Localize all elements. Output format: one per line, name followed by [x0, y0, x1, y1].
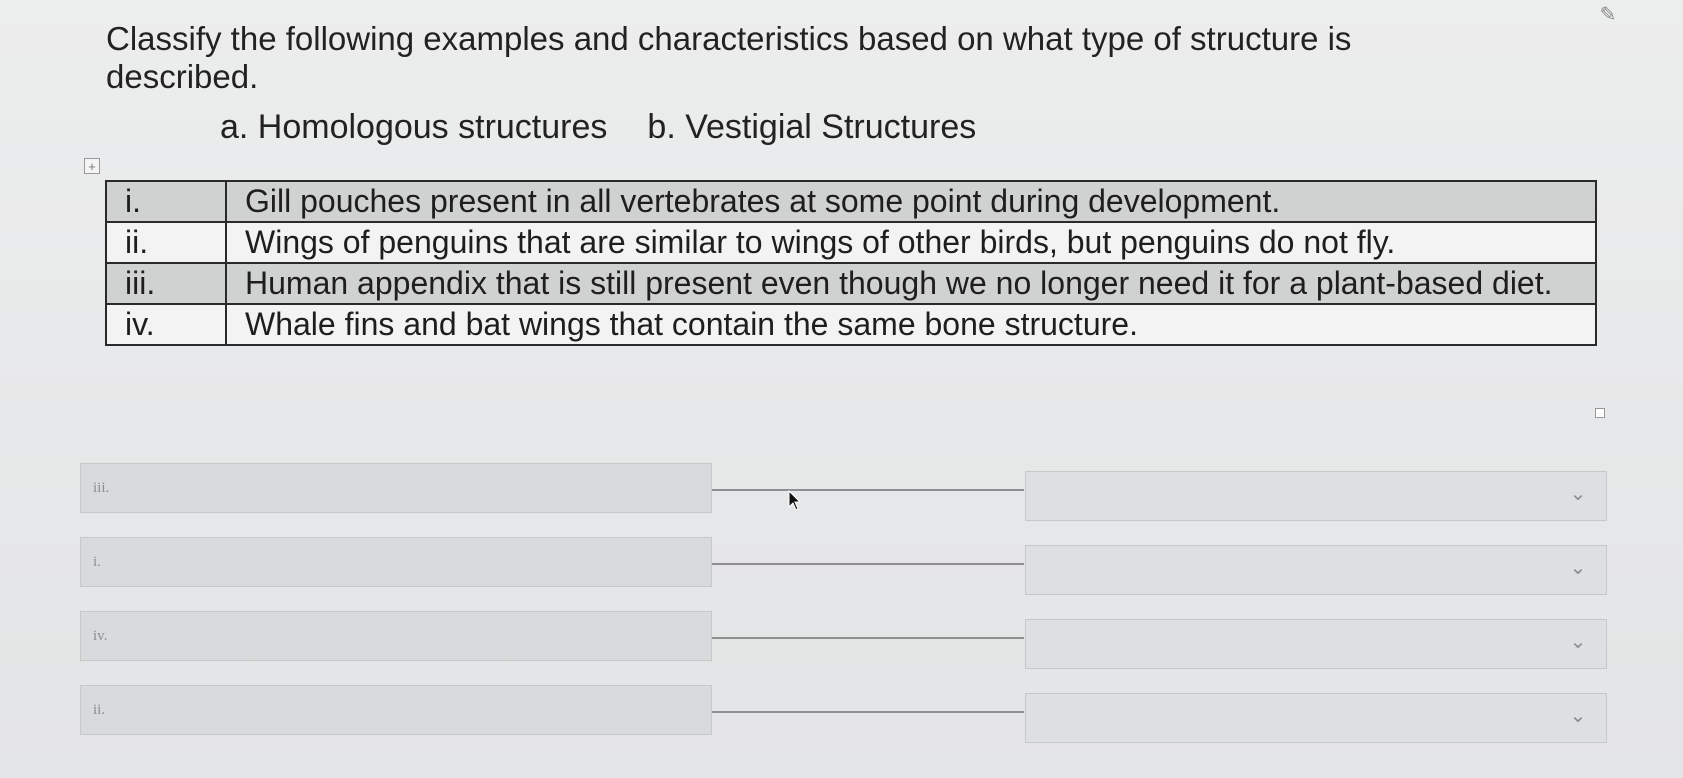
- chevron-down-icon[interactable]: ⌄: [1568, 632, 1588, 652]
- table-row: iii. Human appendix that is still presen…: [105, 262, 1597, 305]
- matching-row-3: iv. ⌄: [80, 611, 1610, 669]
- match-connector-line: [712, 563, 1024, 565]
- matching-row-4: ii. ⌄: [80, 685, 1610, 743]
- table-resize-handle[interactable]: [1595, 408, 1605, 418]
- match-connector-line: [712, 637, 1024, 639]
- answer-dropdown[interactable]: ⌄: [1025, 545, 1607, 595]
- table-row: iv. Whale fins and bat wings that contai…: [105, 303, 1597, 346]
- mouse-cursor-icon: [788, 490, 802, 511]
- option-a: a. Homologous structures: [220, 108, 608, 146]
- chevron-down-icon[interactable]: ⌄: [1568, 706, 1588, 726]
- answer-dropdown[interactable]: ⌄: [1025, 619, 1607, 669]
- match-item-label: i.: [80, 537, 712, 587]
- answer-options: a. Homologous structures b. Vestigial St…: [220, 108, 976, 147]
- row-text: Whale fins and bat wings that contain th…: [225, 303, 1597, 346]
- match-item-label: iii.: [80, 463, 712, 513]
- examples-table: i. Gill pouches present in all vertebrat…: [105, 180, 1597, 346]
- examples-table-container: i. Gill pouches present in all vertebrat…: [105, 180, 1597, 346]
- row-number: i.: [105, 180, 227, 223]
- matching-row-1: iii. ⌄: [80, 463, 1610, 521]
- table-move-handle-icon[interactable]: +: [84, 158, 100, 174]
- table-row: ii. Wings of penguins that are similar t…: [105, 221, 1597, 264]
- row-text: Human appendix that is still present eve…: [225, 262, 1597, 305]
- answer-dropdown[interactable]: ⌄: [1025, 471, 1607, 521]
- chevron-down-icon[interactable]: ⌄: [1568, 558, 1588, 578]
- answer-dropdown[interactable]: ⌄: [1025, 693, 1607, 743]
- match-item-label: iv.: [80, 611, 712, 661]
- table-row: i. Gill pouches present in all vertebrat…: [105, 180, 1597, 223]
- row-number: iv.: [105, 303, 227, 346]
- chevron-down-icon[interactable]: ⌄: [1568, 484, 1588, 504]
- row-number: ii.: [105, 221, 227, 264]
- pin-icon[interactable]: ✎: [1595, 2, 1621, 28]
- match-connector-line: [712, 489, 1024, 491]
- match-item-label: ii.: [80, 685, 712, 735]
- question-page: ✎ Classify the following examples and ch…: [0, 0, 1683, 778]
- matching-row-2: i. ⌄: [80, 537, 1610, 595]
- row-number: iii.: [105, 262, 227, 305]
- row-text: Gill pouches present in all vertebrates …: [225, 180, 1597, 223]
- option-b: b. Vestigial Structures: [647, 108, 977, 146]
- row-text: Wings of penguins that are similar to wi…: [225, 221, 1597, 264]
- match-connector-line: [712, 711, 1024, 713]
- question-prompt: Classify the following examples and char…: [106, 20, 1352, 95]
